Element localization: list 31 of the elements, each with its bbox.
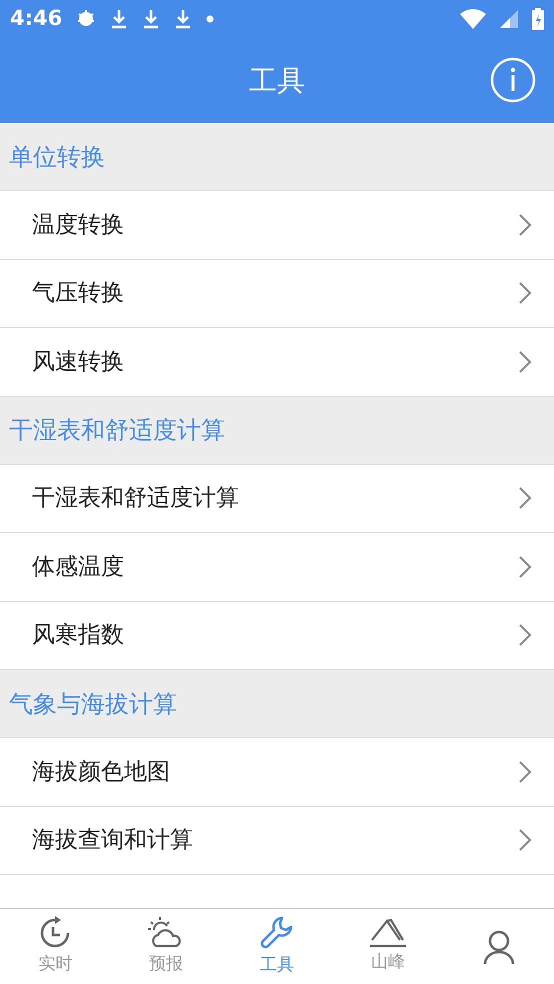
chevron-icon <box>518 212 532 237</box>
list-item[interactable]: 海拔查询和计算 <box>0 806 554 875</box>
list-item[interactable]: 体感温度 <box>0 533 554 602</box>
chevron-icon <box>518 486 532 510</box>
chevron-icon <box>518 760 532 784</box>
chevron-icon <box>518 554 532 579</box>
chevron-icon <box>518 828 532 852</box>
download-icon <box>142 9 160 29</box>
wifi-icon <box>460 9 486 29</box>
download-icon <box>110 9 128 29</box>
list-item[interactable]: 温度转换 <box>0 191 554 260</box>
status-time: 4:46 <box>10 5 62 32</box>
info-icon[interactable] <box>490 57 536 103</box>
signal-icon <box>500 10 518 28</box>
screen-title: 工具 <box>249 62 305 98</box>
chevron-icon <box>518 281 532 306</box>
chevron-icon <box>518 623 532 648</box>
section-header: 干湿表和舒适度计算 <box>9 415 225 446</box>
list-item[interactable]: 海拔颜色地图 <box>0 738 554 806</box>
mountain-icon <box>370 918 406 948</box>
section-header: 单位转换 <box>9 142 105 172</box>
list-item[interactable]: 气压转换 <box>0 260 554 328</box>
list-item[interactable]: 干湿表和舒适度计算 <box>0 464 554 533</box>
battery-icon <box>532 8 544 30</box>
chevron-icon <box>518 350 532 374</box>
download-icon <box>174 9 192 29</box>
notification-icon <box>76 9 96 29</box>
wrench-icon <box>258 914 295 951</box>
section-header: 气象与海拔计算 <box>9 688 177 720</box>
person-icon <box>482 930 515 964</box>
dot-icon <box>206 15 214 23</box>
